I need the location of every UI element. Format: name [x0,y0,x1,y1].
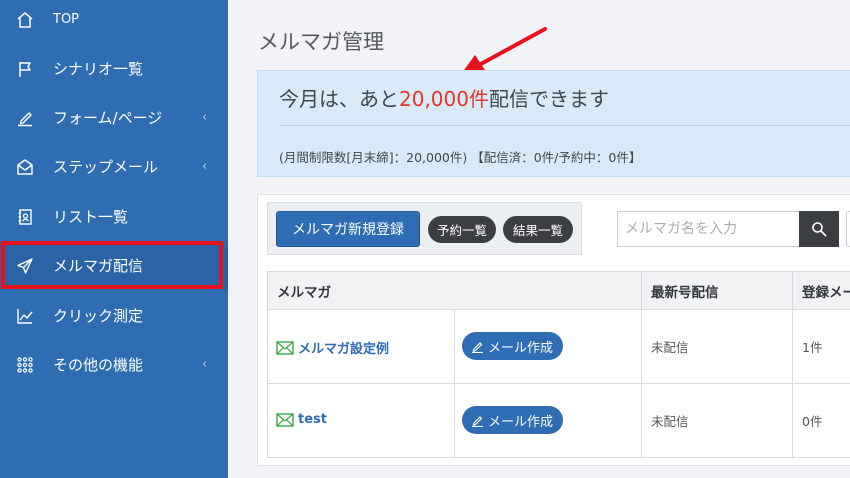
sidebar: TOP シナリオ一覧 フォーム/ページ ‹ ステップメール ‹ リスト一覧 メル… [0,0,228,478]
sidebar-item-label: リスト一覧 [53,208,129,226]
highlight-frame [1,241,223,289]
mailmag-search-input[interactable] [617,211,799,247]
envelope-open-icon [15,157,35,177]
table-cell: メルマガ設定例 メール作成 [267,309,642,384]
sidebar-item-form-page[interactable]: フォーム/ページ ‹ [0,93,228,142]
compose-label: メール作成 [488,340,554,356]
sidebar-item-list[interactable]: リスト一覧 [0,192,228,241]
extra-button[interactable] [846,211,850,247]
table-row: test メール作成 未配信 0件 [267,383,850,458]
compose-mail-button[interactable]: メール作成 [462,406,564,434]
mailmag-link[interactable]: メルマガ設定例 [276,338,389,357]
table-cell: 1件 [792,309,850,384]
quota-message: 今月は、あと20,000件配信できます [279,83,609,112]
pen-icon [472,341,483,353]
table-header-row: メルマガ 最新号配信 登録メール [267,271,850,310]
pen-icon [472,415,483,427]
reservations-button[interactable]: 予約一覧 [428,216,496,243]
column-header: 最新号配信 [641,271,793,310]
sidebar-item-label: その他の機能 [53,356,144,374]
search-button[interactable] [799,211,839,247]
line-chart-icon [15,306,35,326]
mailmag-name: test [298,412,327,427]
table-cell: 未配信 [641,383,793,458]
sidebar-item-top[interactable]: TOP [0,0,228,44]
flag-icon [15,59,35,79]
sidebar-item-label: シナリオ一覧 [53,60,144,78]
home-icon [15,10,35,30]
divider [279,125,850,126]
search-icon [812,222,827,237]
mailmag-link[interactable]: test [276,412,327,427]
envelope-icon [276,412,294,427]
sidebar-item-click-tracking[interactable]: クリック測定 [0,291,228,340]
table-cell: 未配信 [641,309,793,384]
sidebar-item-label: クリック測定 [53,307,144,325]
grid-dots-icon [15,355,35,375]
sidebar-item-step-mail[interactable]: ステップメール ‹ [0,142,228,191]
mailmag-table: メルマガ 最新号配信 登録メール メルマガ設定例 メール作成 未配信 1件 [267,271,850,458]
sidebar-item-label: TOP [53,12,80,27]
quota-suffix: 配信できます [488,87,609,111]
table-row: メルマガ設定例 メール作成 未配信 1件 [267,309,850,384]
compose-mail-button[interactable]: メール作成 [462,332,564,360]
address-book-icon [15,207,35,227]
sidebar-item-scenario-list[interactable]: シナリオ一覧 [0,44,228,93]
quota-remaining: 20,000件 [399,87,489,111]
envelope-icon [276,340,294,355]
chevron-left-icon: ‹ [202,110,208,125]
chevron-left-icon: ‹ [202,357,208,372]
page-title: メルマガ管理 [258,30,384,54]
table-cell: test メール作成 [267,383,642,458]
pen-icon [15,108,35,128]
quota-prefix: 今月は、あと [279,87,399,111]
new-mailmag-button[interactable]: メルマガ新規登録 [276,211,420,247]
column-header: 登録メール [792,271,850,310]
chevron-left-icon: ‹ [202,159,208,174]
sidebar-item-label: フォーム/ページ [53,109,163,127]
quota-info-box: 今月は、あと20,000件配信できます (月間制限数[月末締]：20,000件)… [257,70,850,177]
mailmag-name: メルマガ設定例 [298,342,390,357]
table-cell: 0件 [792,383,850,458]
sidebar-item-label: ステップメール [53,158,159,176]
sidebar-item-other[interactable]: その他の機能 ‹ [0,340,228,389]
compose-label: メール作成 [488,414,554,430]
results-button[interactable]: 結果一覧 [503,216,573,243]
quota-detail: (月間制限数[月末締]：20,000件) 【配信済：0件/予約中：0件】 [279,150,642,165]
column-header: メルマガ [267,271,642,310]
